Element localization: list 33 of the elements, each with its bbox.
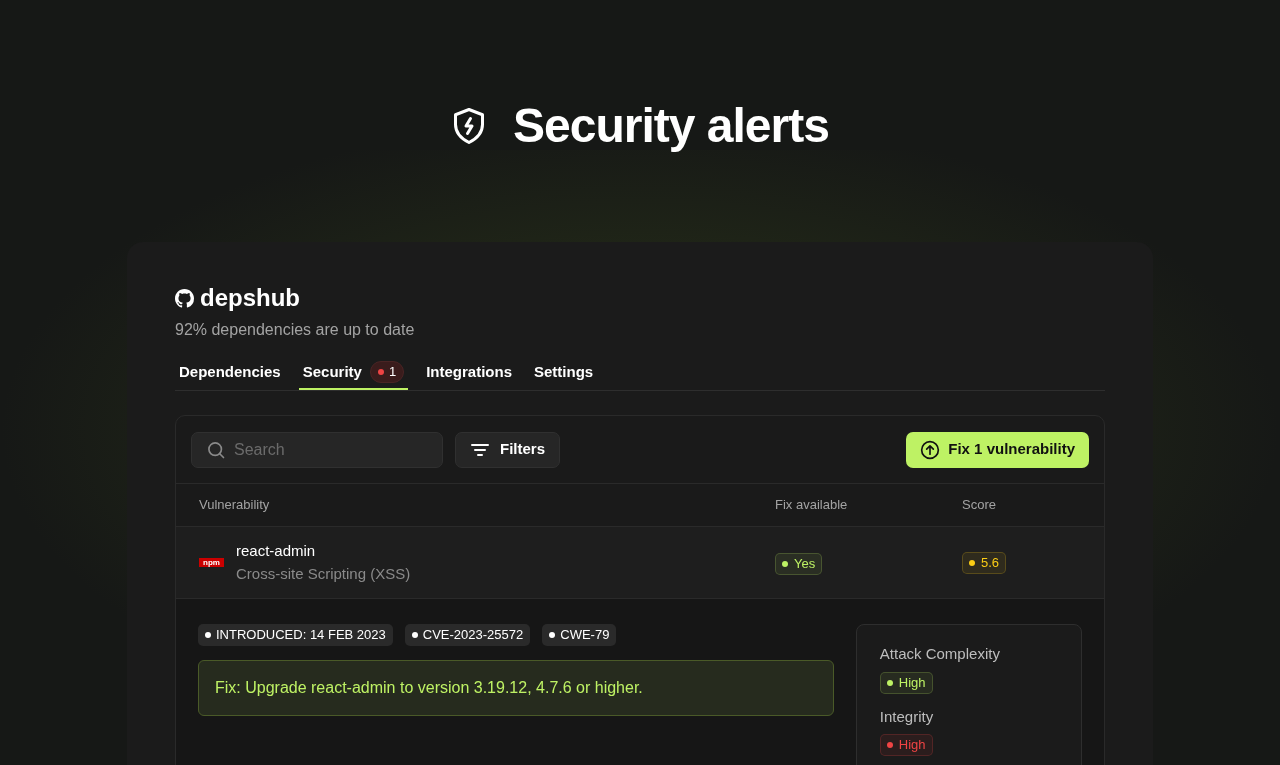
metric-label: Attack Complexity [879, 644, 1000, 664]
npm-logo: npm [199, 558, 224, 567]
info-tag: CVE-2023-25572 [404, 624, 531, 646]
status-badge: Yes [775, 553, 823, 575]
search-input[interactable]: Search [234, 437, 414, 462]
filter-icon [470, 441, 490, 458]
tab[interactable]: Security 1 [298, 356, 409, 390]
fix-vulnerability-button[interactable]: Fix 1 vulnerability [906, 431, 1089, 468]
tab[interactable]: Dependencies [175, 356, 285, 390]
upload-circle-icon [920, 439, 941, 460]
status-badge: 5.6 [962, 551, 1007, 574]
page-title: Security alerts [513, 98, 829, 154]
project-subtitle: 92% dependencies are up to date [175, 320, 416, 340]
status-badge: High [879, 671, 933, 694]
info-tag: INTRODUCED: 14 FEB 2023 [198, 624, 393, 646]
tab[interactable]: Integrations [422, 356, 516, 390]
project-name: depshub [200, 283, 300, 313]
github-icon [175, 288, 194, 308]
column-header: Fix available [775, 496, 849, 515]
status-badge: High [879, 734, 933, 756]
search-icon [206, 439, 226, 460]
filters-button[interactable]: Filters [455, 431, 560, 468]
fix-note: Fix: Upgrade react-admin to version 3.19.12, 4.7.6 or higher. [198, 660, 834, 716]
issue-name: Cross-site Scripting (XSS) [236, 563, 412, 584]
column-header: Vulnerability [199, 496, 271, 515]
column-header: Score [962, 496, 996, 515]
metric-label: Integrity [879, 706, 934, 727]
count-badge: 1 [369, 361, 405, 383]
info-tag: CWE-79 [542, 624, 617, 646]
package-name: react-admin [236, 541, 317, 561]
vulnerability-row[interactable]: npm react-admin Cross-site Scripting (XSS) Yes 5.6 [176, 527, 1104, 599]
tab[interactable]: Settings [530, 356, 598, 390]
search-field[interactable]: Search [191, 431, 443, 468]
